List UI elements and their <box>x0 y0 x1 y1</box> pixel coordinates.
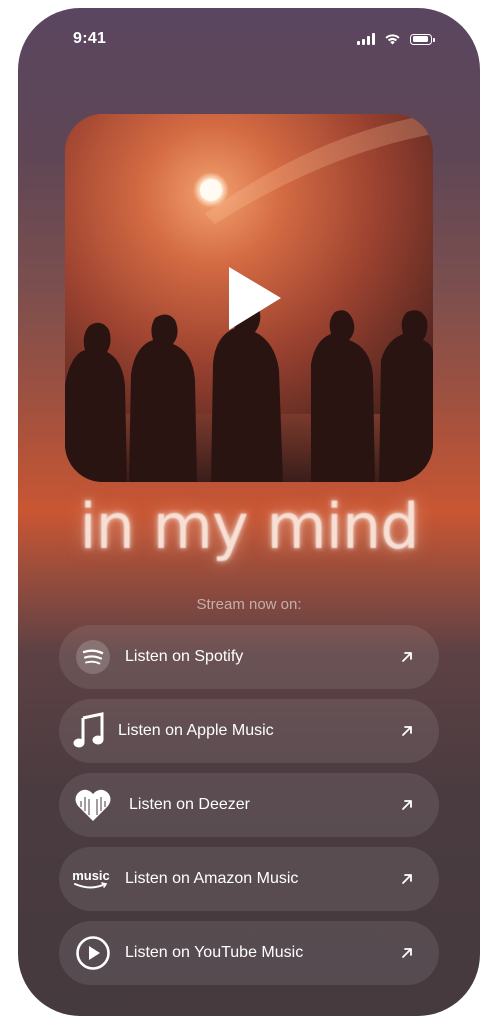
amazon-music-link-button[interactable]: music Listen on Amazon Music <box>59 847 439 911</box>
album-cover[interactable] <box>65 114 433 482</box>
arrow-up-right-icon <box>402 726 412 736</box>
link-label: Listen on Deezer <box>129 796 250 813</box>
track-title: in my mind <box>79 490 419 563</box>
link-label: Listen on YouTube Music <box>125 944 304 961</box>
link-label: Listen on Amazon Music <box>125 870 299 887</box>
arrow-up-right-icon <box>402 652 412 662</box>
phone-screen: 9:41 in my mind Stream now on: Listen on… <box>18 8 480 1016</box>
wifi-icon <box>385 34 400 45</box>
spotify-link-button[interactable]: Listen on Spotify <box>59 625 439 689</box>
link-label: Listen on Spotify <box>125 648 244 665</box>
status-bar: 9:41 <box>18 8 480 68</box>
status-icons <box>357 33 435 45</box>
arrow-up-right-icon <box>402 800 412 810</box>
youtube-music-link-button[interactable]: Listen on YouTube Music <box>59 921 439 985</box>
youtube-music-icon <box>73 933 113 973</box>
amazon-music-icon: music <box>71 859 111 899</box>
stream-label: Stream now on: <box>196 596 302 613</box>
streaming-links: Listen on Spotify Listen on Apple Music <box>59 625 439 995</box>
link-label: Listen on Apple Music <box>118 722 274 739</box>
arrow-up-right-icon <box>402 948 412 958</box>
battery-icon <box>410 33 435 45</box>
status-time: 9:41 <box>73 30 107 47</box>
deezer-heart-icon <box>73 785 113 825</box>
apple-music-link-button[interactable]: Listen on Apple Music <box>59 699 439 763</box>
spotify-icon <box>73 637 113 677</box>
arrow-up-right-icon <box>402 874 412 884</box>
play-icon[interactable] <box>219 264 289 334</box>
cellular-signal-icon <box>357 33 375 45</box>
amazon-music-icon-text: music <box>72 867 110 883</box>
music-note-icon <box>69 711 109 751</box>
deezer-link-button[interactable]: Listen on Deezer <box>59 773 439 837</box>
